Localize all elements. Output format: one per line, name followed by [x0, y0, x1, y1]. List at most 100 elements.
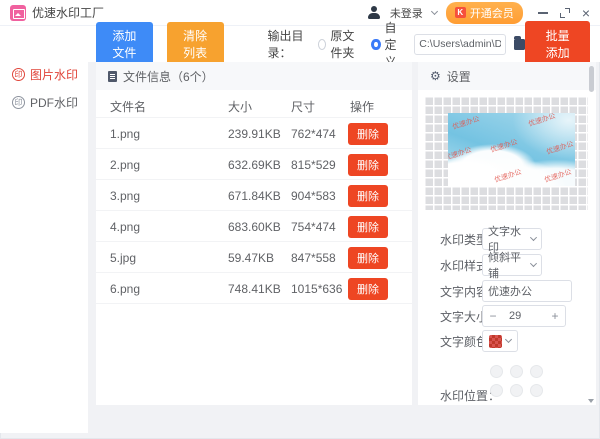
toolbar: 添加文件 清除列表 输出目录： 原文件夹 自定义 批量添加: [88, 21, 600, 69]
position-radio[interactable]: [530, 384, 543, 397]
watermark-text: 优速办公: [493, 168, 523, 185]
column-dimensions: 尺寸: [291, 100, 316, 114]
cell-filename: 5.jpg: [110, 251, 137, 265]
chevron-down-icon: [504, 335, 513, 344]
vip-badge-icon: K: [454, 7, 466, 18]
watermark-text: 优速办公: [543, 168, 573, 185]
watermark-style-select[interactable]: 倾斜平铺: [482, 252, 542, 280]
cell-size: 239.91KB: [228, 127, 281, 141]
table-row: 2.png 632.69KB 815*529 删除: [96, 149, 412, 180]
output-path-input[interactable]: [414, 33, 507, 55]
table-row: 5.jpg 59.47KB 847*558 删除: [96, 242, 412, 273]
batch-add-button[interactable]: 批量添加: [525, 21, 590, 67]
settings-panel: ⚙ 设置 优速办公 优速办公 优速办公 优速办公 优速办公 优速办公 优速办公 …: [418, 62, 596, 405]
cell-dimensions: 847*558: [291, 251, 336, 265]
cell-size: 671.84KB: [228, 189, 281, 203]
position-radio[interactable]: [490, 384, 503, 397]
minus-icon[interactable]: −: [483, 309, 503, 323]
sidebar-item-label: PDF水印: [30, 95, 79, 110]
text-color-row: 文字颜色：: [418, 330, 596, 352]
watermark-text: 优速办公: [489, 138, 519, 155]
position-radio[interactable]: [510, 384, 523, 397]
radio-original-folder[interactable]: 原文件夹: [318, 27, 361, 61]
scrollbar-thumb[interactable]: [589, 66, 594, 92]
cell-filename: 6.png: [110, 282, 141, 296]
delete-button[interactable]: 删除: [348, 216, 388, 238]
app-logo-icon: [10, 4, 26, 21]
output-dir-label: 输出目录：: [267, 29, 304, 60]
stamp-icon: 印: [12, 67, 25, 81]
watermark-text: 优速办公: [451, 115, 481, 132]
cell-filename: 1.png: [110, 127, 141, 141]
radio-unchecked-icon[interactable]: [318, 38, 327, 50]
text-color-picker[interactable]: [482, 330, 518, 352]
cell-dimensions: 815*529: [291, 158, 336, 172]
close-icon[interactable]: ×: [582, 6, 590, 20]
text-content-row: 文字内容：: [418, 280, 596, 302]
watermark-style-row: 水印样式： 倾斜平铺: [418, 252, 596, 280]
user-account-icon[interactable]: [368, 6, 381, 19]
cell-size: 59.47KB: [228, 251, 275, 265]
chevron-down-icon: [530, 259, 538, 268]
delete-button[interactable]: 删除: [348, 154, 388, 176]
watermark-text: 优速办公: [448, 146, 473, 163]
watermark-type-select[interactable]: 文字水印: [482, 226, 542, 254]
cell-filename: 3.png: [110, 189, 141, 203]
file-list-panel: 文件信息（6个） 文件名 大小 尺寸 操作 1.png 239.91KB 762…: [96, 62, 412, 405]
file-panel-header: 文件信息（6个）: [96, 62, 412, 90]
color-swatch: [489, 334, 502, 348]
cell-filename: 4.png: [110, 220, 141, 234]
table-header: 文件名 大小 尺寸 操作: [96, 90, 412, 118]
column-filename: 文件名: [110, 100, 147, 114]
sidebar-item-pdf-watermark[interactable]: 印 PDF水印: [0, 88, 88, 116]
minimize-icon[interactable]: [537, 11, 548, 14]
table-row: 4.png 683.60KB 754*474 删除: [96, 211, 412, 242]
cell-size: 632.69KB: [228, 158, 281, 172]
settings-scrollbar[interactable]: [588, 64, 594, 403]
watermark-preview-image: 优速办公 优速办公 优速办公 优速办公 优速办公 优速办公 优速办公: [448, 113, 575, 186]
text-content-input[interactable]: [482, 280, 572, 302]
chevron-down-icon[interactable]: [430, 7, 438, 15]
delete-button[interactable]: 删除: [348, 185, 388, 207]
watermark-text: 优速办公: [545, 140, 575, 157]
position-radio[interactable]: [530, 365, 543, 378]
vip-label: 开通会员: [469, 7, 514, 20]
table-row: 1.png 239.91KB 762*474 删除: [96, 118, 412, 149]
cell-dimensions: 1015*636: [291, 282, 343, 296]
cell-size: 748.41KB: [228, 282, 281, 296]
maximize-icon[interactable]: [559, 7, 570, 18]
clear-list-button[interactable]: 清除列表: [166, 22, 224, 66]
table-row: 6.png 748.41KB 1015*636 删除: [96, 273, 412, 304]
open-vip-button[interactable]: K 开通会员: [445, 1, 523, 24]
settings-title: 设置: [446, 69, 471, 84]
app-window: 优速水印工厂 未登录 K 开通会员 × 印 图片水印 印 PDF水印 添加文件 …: [0, 0, 600, 439]
text-size-row: 文字大小： − 29 +: [418, 305, 596, 327]
plus-icon[interactable]: +: [545, 309, 565, 323]
add-files-button[interactable]: 添加文件: [96, 22, 153, 66]
scroll-down-icon[interactable]: [588, 399, 594, 403]
delete-button[interactable]: 删除: [348, 247, 388, 269]
delete-button[interactable]: 删除: [348, 278, 388, 300]
cell-dimensions: 762*474: [291, 127, 336, 141]
cell-size: 683.60KB: [228, 220, 281, 234]
position-radio[interactable]: [510, 365, 523, 378]
radio-checked-icon[interactable]: [371, 38, 381, 50]
delete-button[interactable]: 删除: [348, 123, 388, 145]
text-size-value[interactable]: 29: [503, 310, 545, 322]
settings-header: ⚙ 设置: [418, 62, 596, 90]
folder-browse-icon[interactable]: [514, 35, 526, 50]
radio-original-label: 原文件夹: [330, 29, 355, 60]
sidebar-item-image-watermark[interactable]: 印 图片水印: [0, 60, 88, 88]
table-row: 3.png 671.84KB 904*583 删除: [96, 180, 412, 211]
preview-transparency-background: 优速办公 优速办公 优速办公 优速办公 优速办公 优速办公 优速办公: [424, 96, 588, 210]
watermark-style-value: 倾斜平铺: [488, 252, 521, 280]
column-size: 大小: [228, 100, 253, 114]
gear-icon: ⚙: [430, 69, 441, 83]
cell-filename: 2.png: [110, 158, 141, 172]
cell-dimensions: 904*583: [291, 189, 336, 203]
position-radio[interactable]: [490, 365, 503, 378]
sidebar-item-label: 图片水印: [30, 67, 79, 82]
text-size-stepper: − 29 +: [482, 305, 566, 327]
document-icon: [108, 70, 117, 82]
watermark-type-row: 水印类型： 文字水印: [418, 226, 596, 254]
